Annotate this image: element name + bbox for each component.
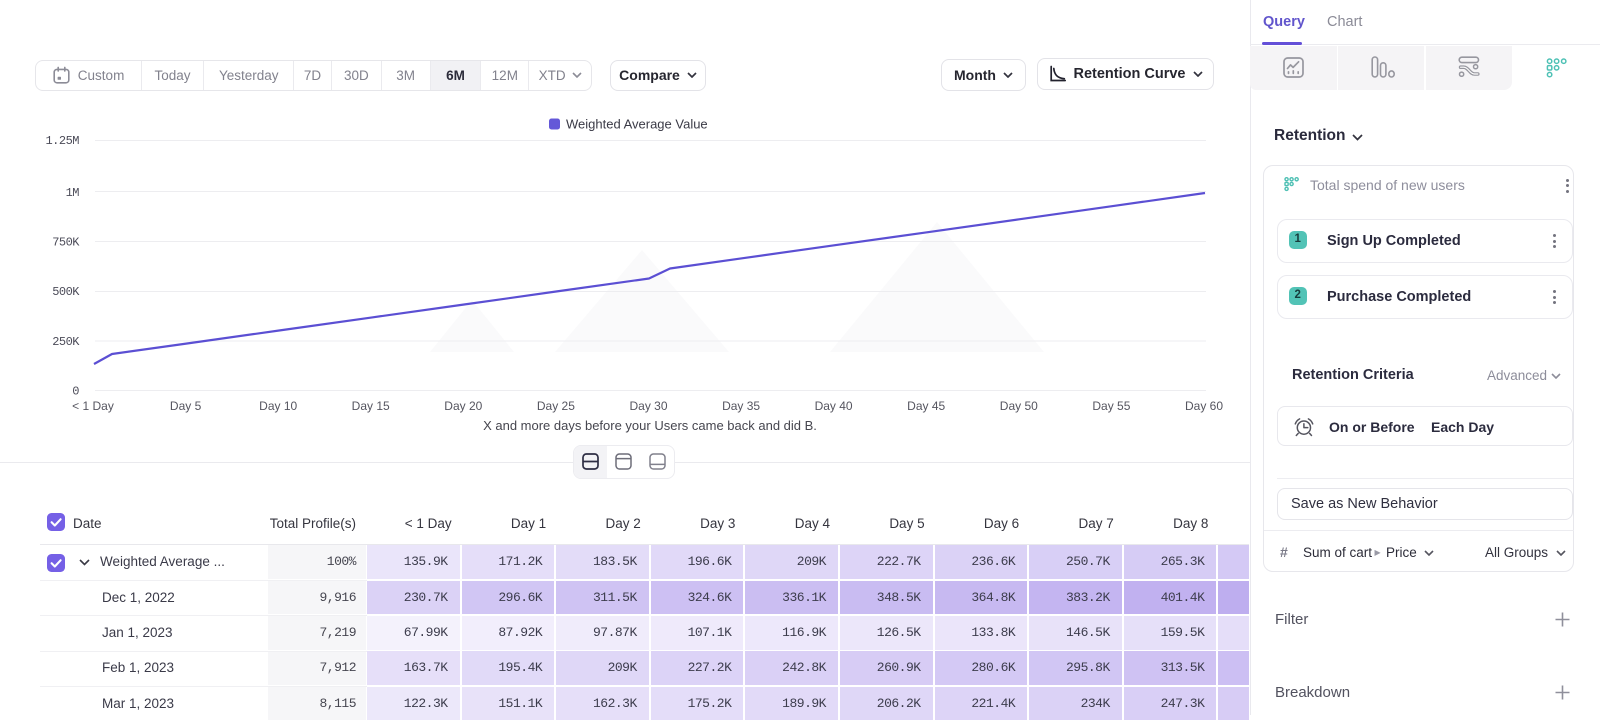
svg-text:Day 50: Day 50 — [1000, 399, 1038, 413]
svg-text:Day 30: Day 30 — [629, 399, 667, 413]
svg-text:Day 15: Day 15 — [352, 399, 390, 413]
svg-text:Day 35: Day 35 — [722, 399, 760, 413]
svg-text:0: 0 — [72, 385, 79, 399]
svg-text:1.25M: 1.25M — [45, 134, 79, 148]
svg-text:250K: 250K — [52, 335, 80, 349]
svg-text:500K: 500K — [52, 285, 80, 299]
svg-text:Day 10: Day 10 — [259, 399, 297, 413]
svg-text:< 1 Day: < 1 Day — [72, 399, 114, 413]
svg-text:Day 40: Day 40 — [815, 399, 853, 413]
svg-text:Day 5: Day 5 — [170, 399, 202, 413]
svg-text:750K: 750K — [52, 236, 80, 250]
svg-text:Day 55: Day 55 — [1092, 399, 1130, 413]
svg-text:1M: 1M — [66, 186, 80, 200]
svg-text:Day 60: Day 60 — [1185, 399, 1223, 413]
svg-text:Day 25: Day 25 — [537, 399, 575, 413]
svg-text:Weighted Average Value: Weighted Average Value — [566, 117, 708, 132]
svg-text:Day 20: Day 20 — [444, 399, 482, 413]
svg-text:Day 45: Day 45 — [907, 399, 945, 413]
